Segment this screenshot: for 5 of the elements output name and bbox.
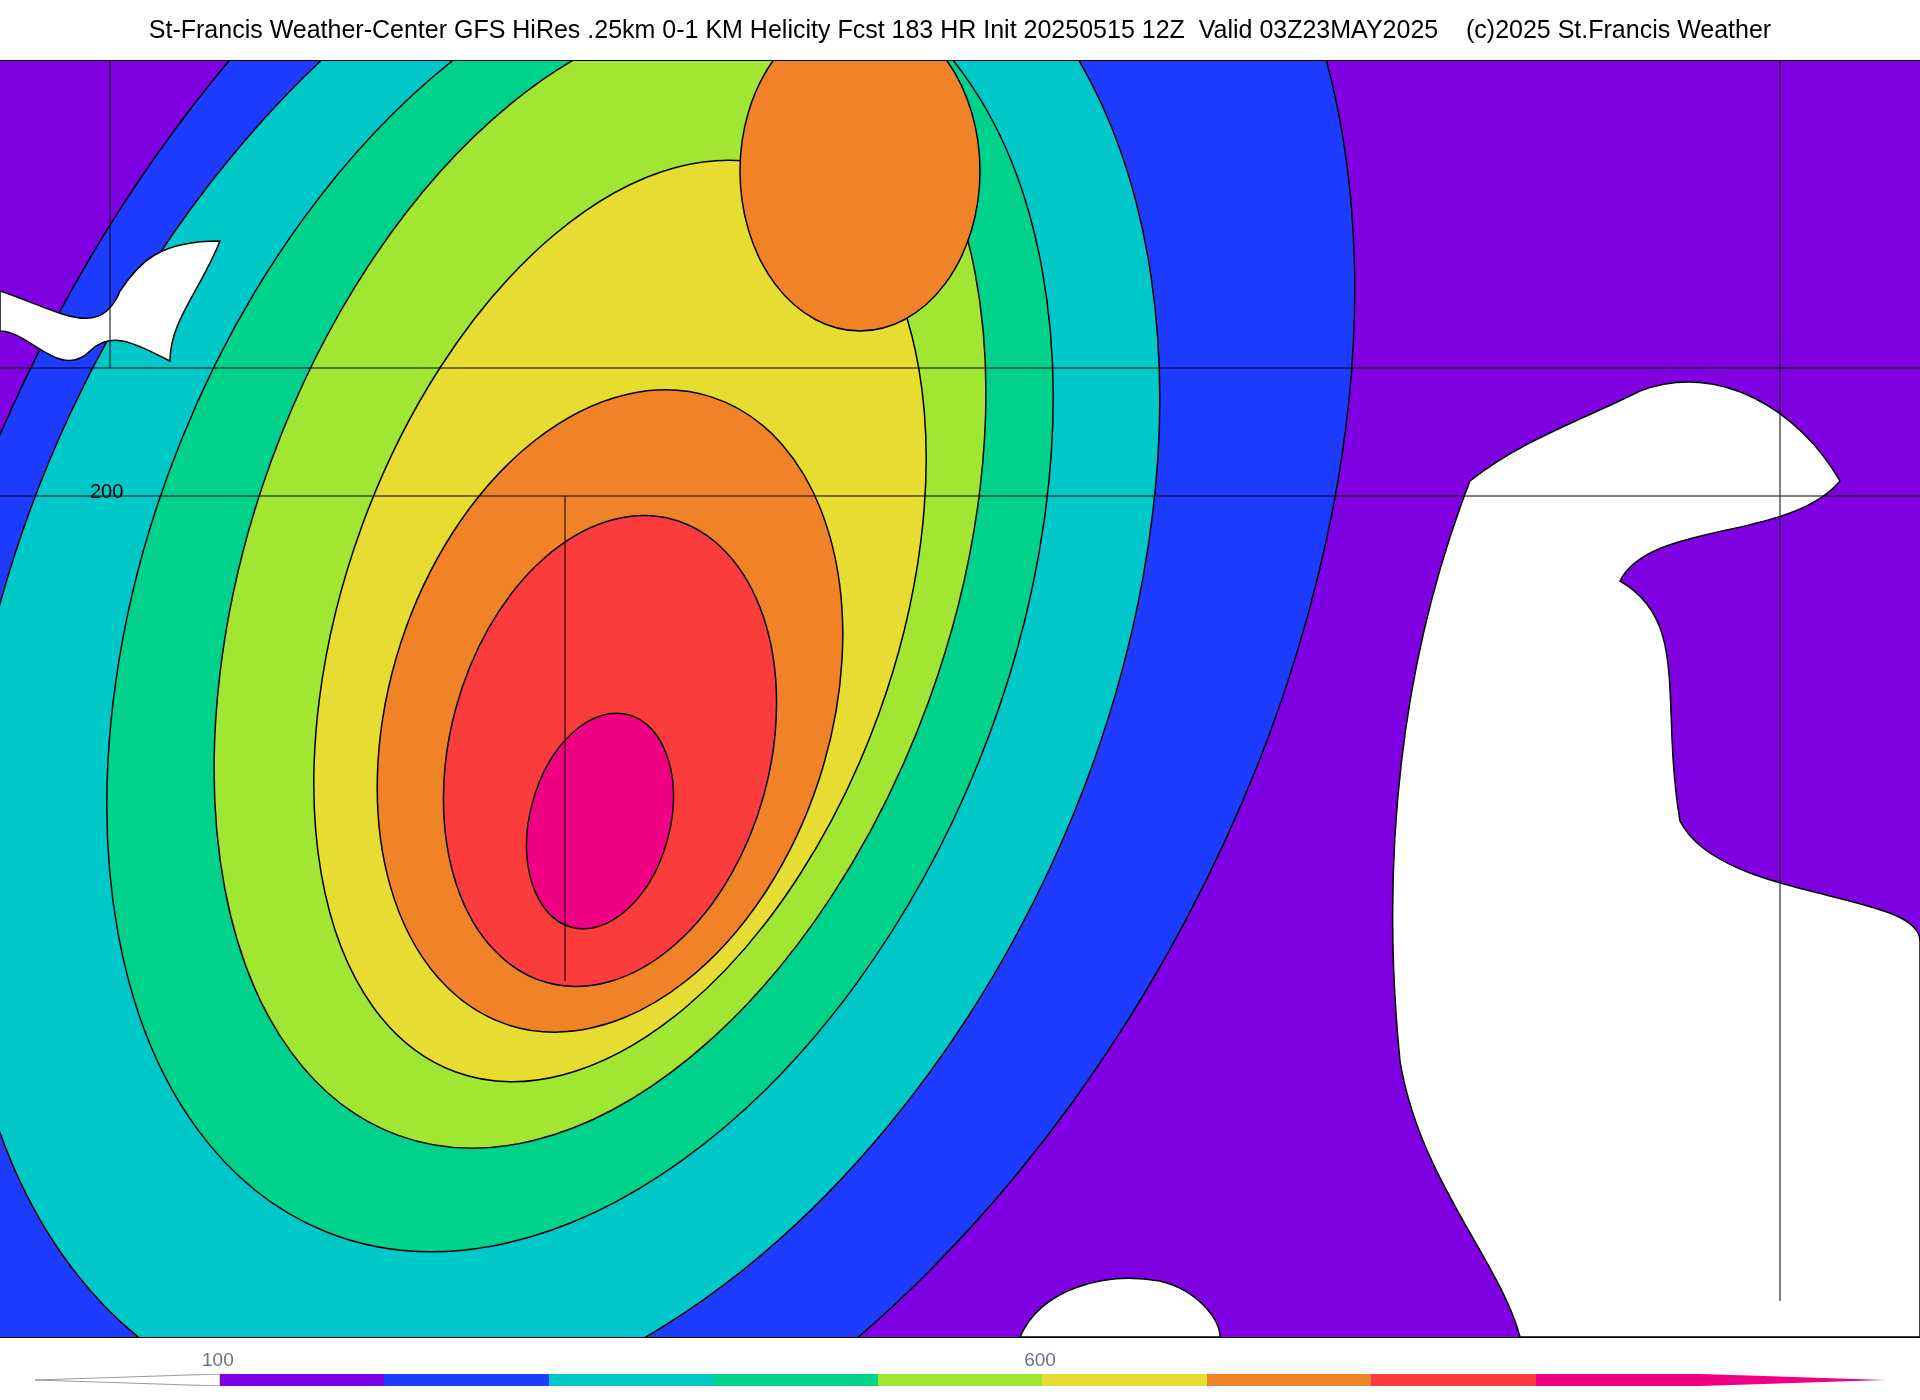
colorbar-label: 100 [202,1349,234,1370]
colorbar-label: 600 [1024,1349,1056,1370]
contour-label: 200 [90,481,124,501]
map-title: St-Francis Weather-Center GFS HiRes .25km 0-1 KM Helicity Fcst 183 HR Init 20250515 12Z Valid 03Z23MAY2025 (c)2025 St.Francis Weather [148,14,1772,46]
colorbar-low-end-icon [35,1374,220,1386]
